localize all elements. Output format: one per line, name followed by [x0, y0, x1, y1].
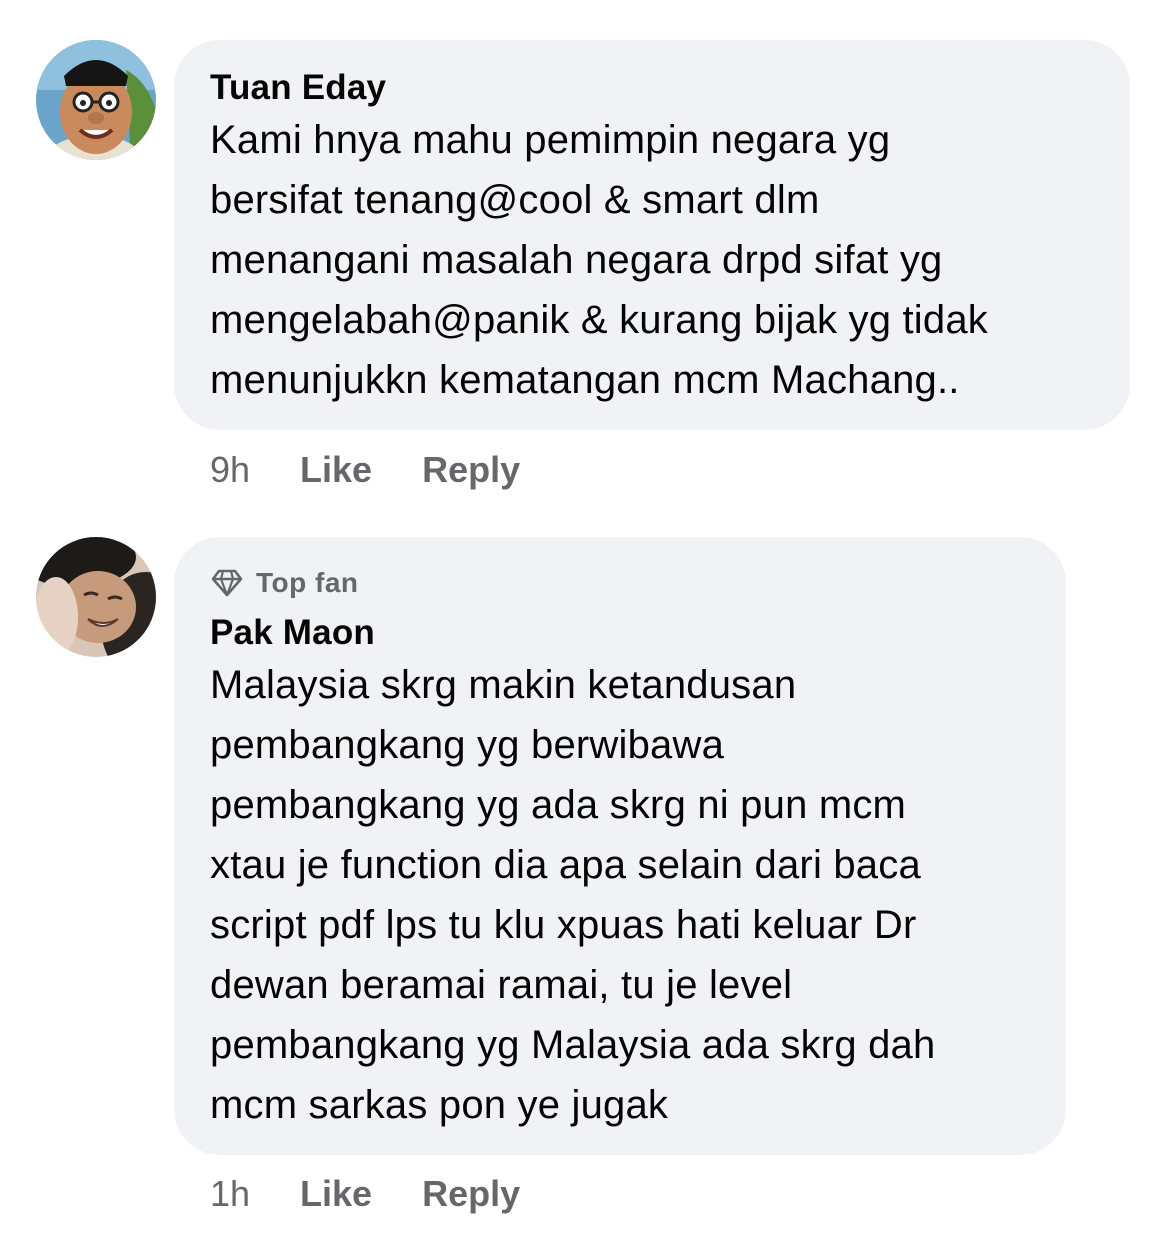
comment-author[interactable]: Tuan Eday: [210, 68, 1094, 108]
avatar-cartoon-icon: [36, 40, 156, 160]
comment-bubble: Top fan Pak Maon Malaysia skrg makin ket…: [174, 537, 1066, 1155]
comment-text: Malaysia skrg makin ketandusan pembangka…: [210, 663, 936, 1127]
comment-bubble: Tuan Eday Kami hnya mahu pemimpin negara…: [174, 40, 1130, 430]
top-fan-badge[interactable]: Top fan: [210, 565, 1030, 601]
badge-label: Top fan: [256, 567, 359, 598]
reply-button[interactable]: Reply: [422, 449, 520, 491]
diamond-icon: [211, 569, 243, 597]
avatar-photo-icon: [36, 537, 156, 657]
avatar[interactable]: [36, 537, 156, 657]
comment-actions: 9h Like Reply: [210, 445, 570, 495]
comment-timestamp[interactable]: 1h: [210, 1173, 250, 1215]
comment-text: Kami hnya mahu pemimpin negara yg bersif…: [210, 118, 988, 402]
like-button[interactable]: Like: [300, 449, 372, 491]
avatar[interactable]: [36, 40, 156, 160]
comment-timestamp[interactable]: 9h: [210, 449, 250, 491]
comment-author[interactable]: Pak Maon: [210, 613, 1030, 653]
reply-button[interactable]: Reply: [422, 1173, 520, 1215]
comment-actions: 1h Like Reply: [210, 1169, 570, 1219]
like-button[interactable]: Like: [300, 1173, 372, 1215]
